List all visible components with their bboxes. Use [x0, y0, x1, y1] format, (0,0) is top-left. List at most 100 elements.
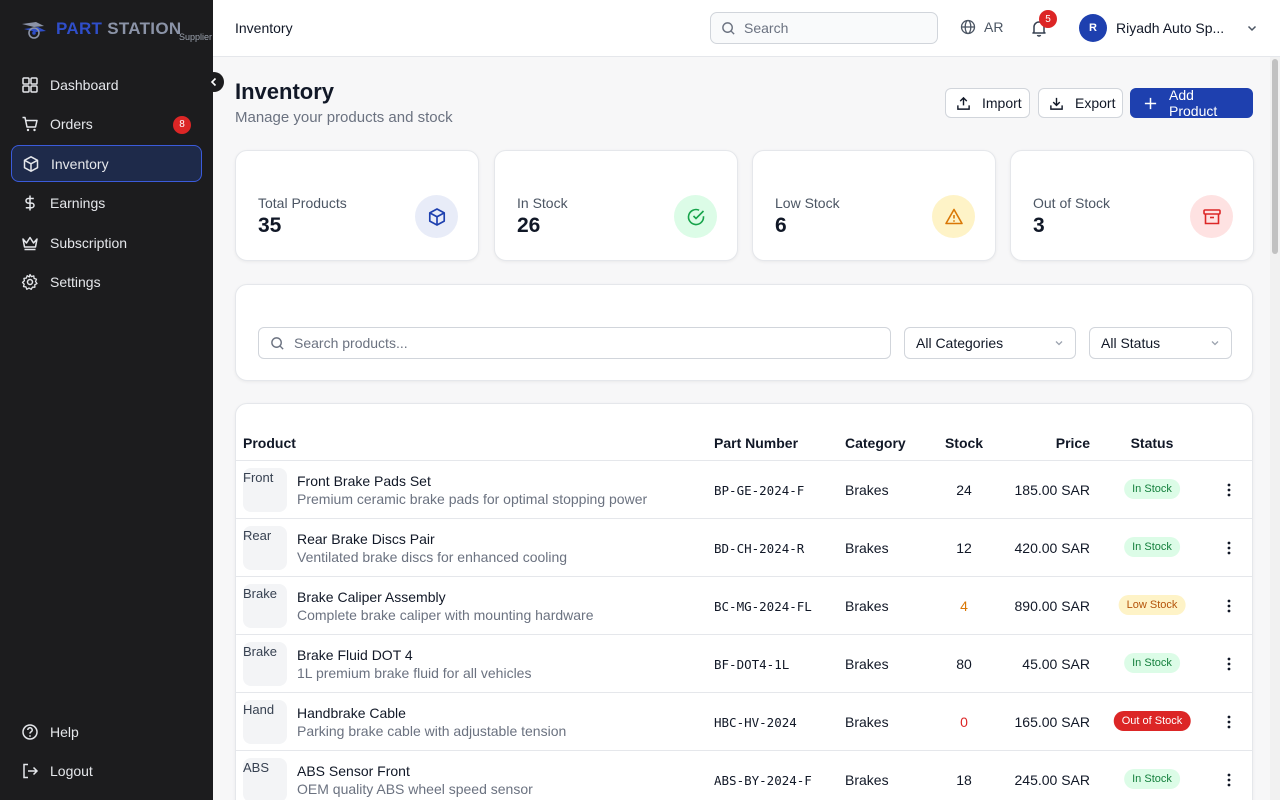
table-row[interactable]: Brake Brake Fluid DOT 4 1L premium brake f…	[236, 635, 1252, 693]
sidebar-bottom-nav: Help Logout	[11, 713, 202, 792]
logo-mark-icon	[22, 22, 46, 39]
chevron-down-icon	[1053, 337, 1065, 349]
col-header-status[interactable]: Status	[1102, 435, 1202, 451]
sidebar-item-dashboard[interactable]: Dashboard	[11, 66, 202, 103]
more-vertical-icon	[1227, 541, 1231, 555]
table-row[interactable]: Brake Brake Caliper Assembly Complete brak…	[236, 577, 1252, 635]
global-search[interactable]	[710, 12, 938, 44]
part-number: BF-DOT4-1L	[714, 657, 790, 672]
row-actions-button[interactable]	[1220, 771, 1238, 789]
sidebar-item-orders[interactable]: Orders 8	[11, 106, 202, 143]
product-price: 245.00 SAR	[1014, 772, 1091, 788]
row-actions-button[interactable]	[1220, 655, 1238, 673]
category-select-value: All Categories	[916, 335, 1004, 351]
status-badge: In Stock	[1124, 653, 1180, 673]
search-icon	[721, 21, 736, 36]
part-number: BC-MG-2024-FL	[714, 599, 812, 614]
orders-count-badge: 8	[173, 115, 191, 134]
sidebar-item-help[interactable]: Help	[11, 713, 202, 750]
col-header-category[interactable]: Category	[845, 435, 906, 451]
product-search-input[interactable]	[294, 335, 854, 351]
add-product-label: Add Product	[1169, 87, 1218, 119]
globe-icon	[960, 19, 976, 35]
product-description: Premium ceramic brake pads for optimal s…	[297, 491, 648, 507]
col-header-part-number[interactable]: Part Number	[714, 435, 798, 451]
product-thumbnail: ABS	[243, 758, 287, 800]
product-name: Brake Fluid DOT 4	[297, 647, 413, 663]
product-category: Brakes	[845, 714, 889, 730]
product-description: 1L premium brake fluid for all vehicles	[297, 665, 532, 681]
warning-icon	[932, 195, 975, 238]
user-name: Riyadh Auto Sp...	[1116, 20, 1225, 36]
stat-value: 6	[775, 214, 787, 237]
status-select[interactable]: All Status	[1089, 327, 1232, 359]
thumbnail-alt-text: Rear	[243, 528, 272, 543]
table-row[interactable]: Hand Handbrake Cable Parking brake cable w…	[236, 693, 1252, 751]
product-description: Parking brake cable with adjustable tens…	[297, 723, 567, 739]
product-category: Brakes	[845, 772, 889, 788]
sidebar-item-earnings[interactable]: Earnings	[11, 185, 202, 222]
stat-value: 35	[258, 214, 282, 237]
sidebar-item-label: Subscription	[50, 234, 128, 251]
row-actions-button[interactable]	[1220, 597, 1238, 615]
sidebar-item-inventory[interactable]: Inventory	[11, 145, 202, 183]
page-subtitle: Manage your products and stock	[235, 109, 453, 126]
chevron-left-icon	[210, 77, 217, 87]
row-actions-button[interactable]	[1220, 539, 1238, 557]
chevron-down-icon	[1209, 337, 1221, 349]
scrollbar-thumb[interactable]	[1272, 59, 1278, 254]
more-vertical-icon	[1227, 599, 1231, 613]
table-row[interactable]: Front Front Brake Pads Set Premium ceramic…	[236, 461, 1252, 519]
brand-logo[interactable]: PART STATION	[20, 14, 181, 44]
thumbnail-alt-text: Brake	[243, 586, 277, 601]
export-button[interactable]: Export	[1038, 88, 1123, 118]
help-icon	[21, 723, 39, 741]
logout-icon	[21, 762, 39, 780]
sidebar-item-subscription[interactable]: Subscription	[11, 224, 202, 261]
product-category: Brakes	[845, 540, 889, 556]
user-menu[interactable]: R Riyadh Auto Sp...	[1079, 14, 1259, 42]
language-switch[interactable]: AR	[960, 19, 1003, 35]
row-actions-button[interactable]	[1220, 713, 1238, 731]
product-thumbnail: Front	[243, 468, 287, 512]
status-badge: Out of Stock	[1113, 711, 1191, 731]
stat-card-total-products: Total Products 35	[235, 150, 479, 261]
download-icon	[1049, 96, 1064, 111]
sidebar-item-settings[interactable]: Settings	[11, 264, 202, 301]
add-product-button[interactable]: Add Product	[1130, 87, 1253, 119]
collapse-sidebar-button[interactable]	[204, 72, 224, 92]
product-name: Handbrake Cable	[297, 705, 406, 721]
category-select[interactable]: All Categories	[904, 327, 1076, 359]
check-circle-icon	[674, 195, 717, 238]
product-category: Brakes	[845, 656, 889, 672]
box-icon	[415, 195, 458, 238]
notifications-badge: 5	[1039, 10, 1057, 28]
col-header-price[interactable]: Price	[966, 435, 1090, 451]
table-row[interactable]: ABS ABS Sensor Front OEM quality ABS wheel…	[236, 751, 1252, 800]
sidebar-item-label: Earnings	[50, 195, 106, 212]
product-price: 420.00 SAR	[1014, 540, 1091, 556]
sidebar-item-logout[interactable]: Logout	[11, 753, 202, 790]
table-row[interactable]: Rear Rear Brake Discs Pair Ventilated brak…	[236, 519, 1252, 577]
row-actions-button[interactable]	[1220, 481, 1238, 499]
stat-label: Out of Stock	[1033, 195, 1111, 211]
import-button[interactable]: Import	[945, 88, 1030, 118]
import-label: Import	[982, 95, 1022, 111]
part-number: BD-CH-2024-R	[714, 541, 805, 556]
sidebar-item-label: Dashboard	[50, 76, 119, 93]
product-thumbnail: Brake	[243, 584, 287, 628]
top-header: Inventory AR 5 R Riyadh Auto Sp...	[213, 0, 1280, 57]
product-search[interactable]	[258, 327, 891, 359]
status-cell: In Stock	[1102, 461, 1202, 519]
global-search-input[interactable]	[744, 20, 924, 36]
col-header-product[interactable]: Product	[243, 435, 296, 451]
thumbnail-alt-text: Hand	[243, 702, 275, 717]
sidebar-item-label: Inventory	[51, 155, 109, 172]
status-select-value: All Status	[1101, 335, 1161, 351]
page-scrollbar[interactable]	[1270, 57, 1280, 800]
status-cell: Out of Stock	[1102, 693, 1202, 751]
more-vertical-icon	[1227, 483, 1231, 497]
sidebar-item-label: Help	[50, 723, 79, 740]
product-description: Ventilated brake discs for enhanced cool…	[297, 549, 568, 565]
box-icon	[22, 155, 40, 173]
